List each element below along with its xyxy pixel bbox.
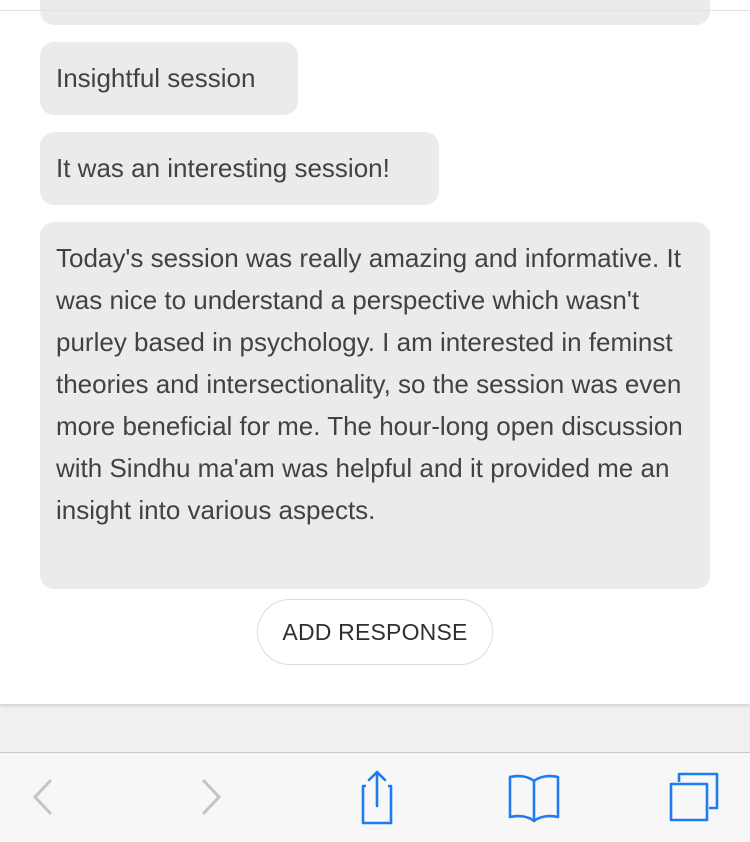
comment-text: Today's session was really amazing and i…: [56, 243, 683, 525]
add-response-label: ADD RESPONSE: [282, 618, 468, 645]
comment-text: It was an interesting session!: [56, 153, 390, 183]
add-response-button[interactable]: ADD RESPONSE: [257, 599, 493, 665]
safari-screen: Insightful session It was an interesting…: [0, 0, 750, 842]
comment-bubble: It was an interesting session!: [40, 132, 439, 205]
bookmarks-icon: [506, 771, 562, 823]
bookmarks-button[interactable]: [504, 767, 564, 827]
back-button[interactable]: [13, 767, 73, 827]
comment-text: Insightful session: [56, 63, 256, 93]
divider: [0, 10, 750, 11]
share-icon: [352, 768, 396, 826]
forward-icon: [196, 775, 226, 819]
comment-bubble-partial: [40, 0, 710, 25]
comment-bubble: Today's session was really amazing and i…: [40, 222, 710, 589]
share-button[interactable]: [344, 767, 404, 827]
tabs-icon: [665, 770, 721, 824]
back-icon: [28, 775, 58, 819]
responses-card: Insightful session It was an interesting…: [0, 0, 750, 704]
comment-bubble: Insightful session: [40, 42, 298, 115]
browser-toolbar: [0, 752, 750, 842]
forward-button[interactable]: [181, 767, 241, 827]
tabs-button[interactable]: [663, 767, 723, 827]
